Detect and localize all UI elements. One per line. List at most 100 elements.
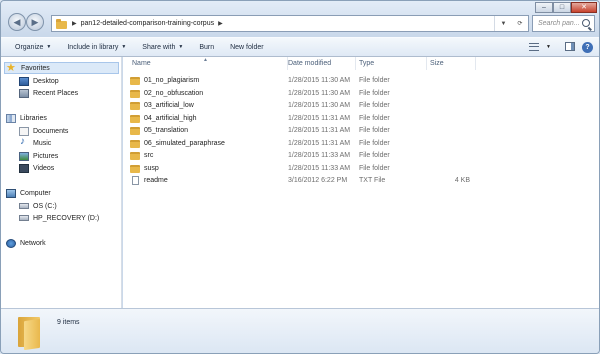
- nav-item-label: Documents: [33, 127, 69, 135]
- file-date: 1/28/2015 11:33 AM: [288, 152, 351, 159]
- include-in-library-menu[interactable]: Include in library ▼: [67, 44, 126, 51]
- videos-icon: [19, 163, 29, 173]
- file-name: 05_translation: [144, 127, 188, 134]
- folder-icon: [130, 140, 140, 148]
- nav-item-desktop[interactable]: Desktop: [19, 75, 59, 87]
- title-bar: ◀ ▶ ▶ pan12-detailed-comparison-training…: [1, 1, 599, 37]
- close-button[interactable]: ✕: [571, 2, 597, 13]
- search-placeholder: Search pan...: [538, 20, 580, 27]
- nav-item-recovery-drive[interactable]: HP_RECOVERY (D:): [19, 212, 99, 224]
- file-row[interactable]: 05_translation 1/28/2015 11:31 AM File f…: [123, 125, 599, 137]
- file-row[interactable]: susp 1/28/2015 11:33 AM File folder: [123, 163, 599, 175]
- help-icon[interactable]: ?: [582, 42, 593, 53]
- column-header-name[interactable]: Name: [128, 57, 288, 70]
- column-header-date-modified[interactable]: Date modified: [284, 57, 356, 70]
- nav-item-libraries[interactable]: Libraries: [6, 112, 47, 124]
- file-date: 1/28/2015 11:30 AM: [288, 102, 351, 109]
- nav-item-computer[interactable]: Computer: [6, 187, 51, 199]
- text-file-icon: [132, 176, 139, 185]
- item-count: 9 items: [57, 319, 80, 326]
- nav-item-label: Favorites: [21, 64, 50, 72]
- file-type: File folder: [359, 77, 390, 84]
- file-type: File folder: [359, 140, 390, 147]
- column-header-type[interactable]: Type: [355, 57, 427, 70]
- libraries-icon: [6, 113, 16, 123]
- change-view-icon[interactable]: [529, 42, 540, 51]
- chevron-down-icon[interactable]: ▼: [546, 44, 551, 50]
- nav-item-recent-places[interactable]: Recent Places: [19, 87, 78, 99]
- network-icon: [6, 238, 16, 248]
- share-with-menu[interactable]: Share with ▼: [142, 44, 183, 51]
- hard-drive-icon: [19, 203, 29, 209]
- folder-icon: [130, 77, 140, 85]
- file-type: File folder: [359, 102, 390, 109]
- folder-icon: [130, 90, 140, 98]
- nav-item-network[interactable]: Network: [6, 237, 46, 249]
- chevron-down-icon: ▼: [46, 44, 52, 50]
- recent-places-icon: [19, 88, 29, 98]
- file-name: 04_artificial_high: [144, 115, 197, 122]
- file-row[interactable]: readme 3/16/2012 6:22 PM TXT File 4 KB: [123, 175, 599, 187]
- column-header-label: Size: [430, 60, 444, 67]
- search-icon[interactable]: [582, 19, 590, 27]
- folder-icon: [130, 127, 140, 135]
- back-button[interactable]: ◀: [8, 13, 26, 31]
- file-date: 1/28/2015 11:31 AM: [288, 115, 351, 122]
- breadcrumb-chevron-icon[interactable]: ▶: [218, 20, 223, 27]
- details-pane: 9 items: [1, 308, 599, 353]
- nav-item-favorites[interactable]: Favorites: [4, 61, 119, 74]
- breadcrumb-chevron-icon[interactable]: ▶: [72, 20, 77, 27]
- forward-button[interactable]: ▶: [26, 13, 44, 31]
- new-folder-label: New folder: [230, 43, 264, 51]
- address-dropdown-icon[interactable]: ▼: [501, 21, 507, 27]
- file-row[interactable]: 03_artificial_low 1/28/2015 11:30 AM Fil…: [123, 100, 599, 112]
- file-type: File folder: [359, 115, 390, 122]
- preview-pane-icon[interactable]: [565, 42, 575, 51]
- search-input[interactable]: Search pan...: [532, 15, 595, 32]
- nav-item-pictures[interactable]: Pictures: [19, 150, 58, 162]
- maximize-button[interactable]: □: [553, 2, 571, 13]
- file-name: 02_no_obfuscation: [144, 90, 204, 97]
- burn-button[interactable]: Burn: [199, 44, 214, 51]
- minimize-button[interactable]: –: [535, 2, 553, 13]
- nav-item-label: Recent Places: [33, 89, 79, 97]
- nav-item-label: Pictures: [33, 152, 59, 160]
- address-bar[interactable]: ▶ pan12-detailed-comparison-training-cor…: [51, 15, 529, 32]
- file-row[interactable]: 01_no_plagiarism 1/28/2015 11:30 AM File…: [123, 75, 599, 87]
- nav-item-label: Videos: [33, 164, 55, 172]
- refresh-icon[interactable]: ⟳: [517, 20, 522, 27]
- breadcrumb-current-folder[interactable]: pan12-detailed-comparison-training-corpu…: [81, 20, 214, 27]
- nav-item-label: Network: [20, 239, 46, 247]
- file-size: 4 KB: [454, 177, 470, 184]
- file-row[interactable]: 04_artificial_high 1/28/2015 11:31 AM Fi…: [123, 113, 599, 125]
- file-name: susp: [144, 165, 159, 172]
- file-date: 1/28/2015 11:30 AM: [288, 77, 351, 84]
- chevron-down-icon: ▼: [121, 44, 127, 50]
- file-name: 03_artificial_low: [144, 102, 194, 109]
- window-controls: – □ ✕: [535, 2, 597, 13]
- new-folder-button[interactable]: New folder: [230, 44, 263, 51]
- navigation-pane: Favorites Desktop Recent Places Librarie…: [1, 57, 122, 308]
- column-header-size[interactable]: Size: [426, 57, 476, 70]
- share-with-label: Share with: [142, 43, 176, 51]
- file-row[interactable]: src 1/28/2015 11:33 AM File folder: [123, 150, 599, 162]
- file-row[interactable]: 06_simulated_paraphrase 1/28/2015 11:31 …: [123, 138, 599, 150]
- folder-icon: [18, 317, 40, 351]
- file-date: 1/28/2015 11:31 AM: [288, 127, 351, 134]
- nav-item-label: HP_RECOVERY (D:): [33, 214, 100, 222]
- nav-item-music[interactable]: Music: [19, 136, 52, 149]
- file-type: TXT File: [359, 177, 386, 184]
- nav-item-videos[interactable]: Videos: [19, 162, 54, 174]
- column-header-label: Name: [132, 60, 151, 67]
- file-date: 3/16/2012 6:22 PM: [288, 177, 348, 184]
- nav-item-documents[interactable]: Documents: [19, 125, 68, 137]
- nav-item-label: Music: [33, 139, 52, 147]
- burn-label: Burn: [199, 43, 215, 51]
- view-controls: ▼: [529, 42, 575, 51]
- nav-item-os-drive[interactable]: OS (C:): [19, 200, 57, 212]
- organize-menu[interactable]: Organize ▼: [15, 44, 51, 51]
- desktop-icon: [19, 76, 29, 86]
- file-type: File folder: [359, 165, 390, 172]
- folder-icon: [56, 18, 68, 29]
- file-row[interactable]: 02_no_obfuscation 1/28/2015 11:30 AM Fil…: [123, 88, 599, 100]
